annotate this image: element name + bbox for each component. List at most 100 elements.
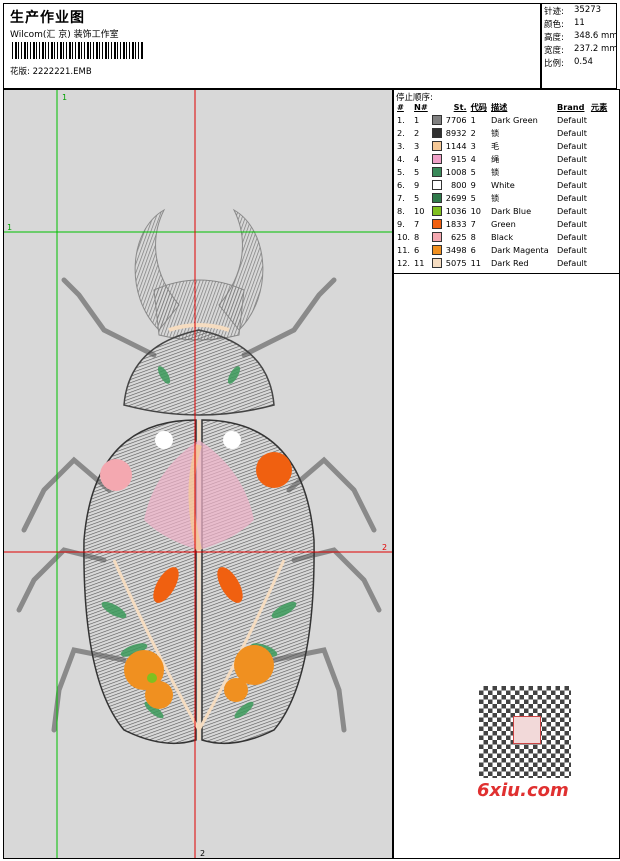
watermark-text: 6xiu.com bbox=[477, 780, 569, 801]
col-code: 代码 bbox=[470, 102, 487, 112]
row-element bbox=[589, 217, 609, 230]
color-swatch bbox=[431, 153, 442, 164]
row-code: 8 bbox=[470, 231, 476, 242]
row-needle: 10 bbox=[414, 205, 425, 216]
row-stitches: 915 bbox=[450, 153, 467, 164]
col-swatch bbox=[430, 101, 444, 113]
col-brand: Brand bbox=[556, 102, 585, 112]
watermark-qr: 6xiu.com bbox=[471, 680, 583, 812]
row-index: 11. bbox=[397, 244, 411, 255]
row-stitches: 1144 bbox=[445, 140, 467, 151]
color-swatch bbox=[431, 244, 442, 255]
col-element: 元素 bbox=[590, 102, 608, 112]
page-title: 生产作业图 bbox=[10, 10, 85, 26]
row-index: 5. bbox=[397, 166, 405, 177]
row-brand: Default bbox=[556, 205, 587, 216]
color-swatch bbox=[431, 231, 442, 242]
row-swatch bbox=[430, 243, 444, 256]
row-needle: 9 bbox=[414, 179, 420, 190]
color-swatch bbox=[431, 179, 442, 190]
row-desc: 锁 bbox=[490, 192, 500, 203]
color-swatch bbox=[431, 114, 442, 125]
row-element bbox=[589, 230, 609, 243]
stat-height: 高度: 348.6 mm bbox=[544, 31, 618, 43]
beetle-embroidery: 1 1 2 2 bbox=[4, 90, 392, 858]
row-element bbox=[589, 139, 609, 152]
row-index: 3. bbox=[397, 140, 405, 151]
row-code: 3 bbox=[470, 140, 476, 151]
row-index: 7. bbox=[397, 192, 405, 203]
stat-scale: 比例: 0.54 bbox=[544, 57, 593, 69]
row-index: 8. bbox=[397, 205, 405, 216]
row-swatch bbox=[430, 178, 444, 191]
row-element bbox=[589, 191, 609, 204]
row-element bbox=[589, 204, 609, 217]
table-row: 9. 7 1833 7 Green Default bbox=[395, 217, 609, 230]
row-needle: 1 bbox=[414, 114, 420, 125]
row-brand: Default bbox=[556, 114, 587, 125]
row-brand: Default bbox=[556, 166, 587, 177]
row-code: 11 bbox=[470, 257, 482, 268]
table-row: 10. 8 625 8 Black Default bbox=[395, 230, 609, 243]
row-needle: 3 bbox=[414, 140, 420, 151]
row-desc: Dark Blue bbox=[490, 205, 532, 216]
guide-mark-bottom: 2 bbox=[200, 849, 205, 858]
row-brand: Default bbox=[556, 257, 587, 268]
stat-width: 宽度: 237.2 mm bbox=[544, 44, 618, 56]
beetle-thorax bbox=[123, 329, 275, 416]
row-element bbox=[589, 113, 609, 126]
panel-divider bbox=[394, 273, 619, 274]
col-needle: N# bbox=[414, 102, 428, 112]
row-brand: Default bbox=[556, 179, 587, 190]
stat-stitches: 针迹: 35273 bbox=[544, 5, 602, 17]
row-element bbox=[589, 178, 609, 191]
table-row: 3. 3 1144 3 毛 Default bbox=[395, 139, 609, 152]
color-swatch bbox=[431, 127, 442, 138]
row-needle: 11 bbox=[414, 257, 425, 268]
row-element bbox=[589, 152, 609, 165]
color-swatch bbox=[431, 192, 442, 203]
row-brand: Default bbox=[556, 140, 587, 151]
row-code: 7 bbox=[470, 218, 476, 229]
row-code: 1 bbox=[470, 114, 476, 125]
row-desc: 锁 bbox=[490, 166, 500, 177]
color-swatch bbox=[431, 140, 442, 151]
row-brand: Default bbox=[556, 231, 587, 242]
row-stitches: 800 bbox=[450, 179, 467, 190]
row-index: 9. bbox=[397, 218, 405, 229]
row-brand: Default bbox=[556, 244, 587, 255]
row-element bbox=[589, 126, 609, 139]
color-swatch bbox=[431, 257, 442, 268]
row-brand: Default bbox=[556, 127, 587, 138]
row-swatch bbox=[430, 204, 444, 217]
table-row: 6. 9 800 9 White Default bbox=[395, 178, 609, 191]
color-swatch bbox=[431, 166, 442, 177]
design-file-name: 2222221.EMB bbox=[32, 67, 92, 77]
stats-panel: 针迹: 35273 颜色: 11 高度: 348.6 mm 宽度: 237.2 mm 比… bbox=[541, 3, 618, 89]
row-swatch bbox=[430, 191, 444, 204]
design-file-label: 花版: bbox=[10, 67, 30, 77]
table-row: 2. 2 8932 2 锁 Default bbox=[395, 126, 609, 139]
guide-mark-left: 1 bbox=[7, 223, 12, 232]
row-stitches: 7706 bbox=[445, 114, 467, 125]
row-swatch bbox=[430, 113, 444, 126]
row-index: 10. bbox=[397, 231, 411, 242]
row-stitches: 8932 bbox=[445, 127, 467, 138]
row-code: 5 bbox=[470, 192, 476, 203]
row-element bbox=[589, 165, 609, 178]
row-index: 12. bbox=[397, 257, 411, 268]
row-stitches: 625 bbox=[450, 231, 467, 242]
row-desc: 绳 bbox=[490, 153, 500, 164]
table-row: 8. 10 1036 10 Dark Blue Default bbox=[395, 204, 609, 217]
row-brand: Default bbox=[556, 192, 587, 203]
row-needle: 2 bbox=[414, 127, 420, 138]
color-swatch bbox=[431, 205, 442, 216]
row-stitches: 3498 bbox=[445, 244, 467, 255]
header-panel: 生产作业图 Wilcom(汇 京) 装饰工作室 花版: 2222221.EMB bbox=[3, 3, 541, 89]
color-swatch bbox=[431, 218, 442, 229]
row-desc: Dark Green bbox=[490, 114, 538, 125]
color-sequence-table: # N# St. 代码 描述 Brand 元素 1. 1 7706 1 Dark Gre… bbox=[395, 101, 609, 269]
row-swatch bbox=[430, 217, 444, 230]
guide-mark-top: 1 bbox=[62, 93, 67, 102]
row-swatch bbox=[430, 139, 444, 152]
